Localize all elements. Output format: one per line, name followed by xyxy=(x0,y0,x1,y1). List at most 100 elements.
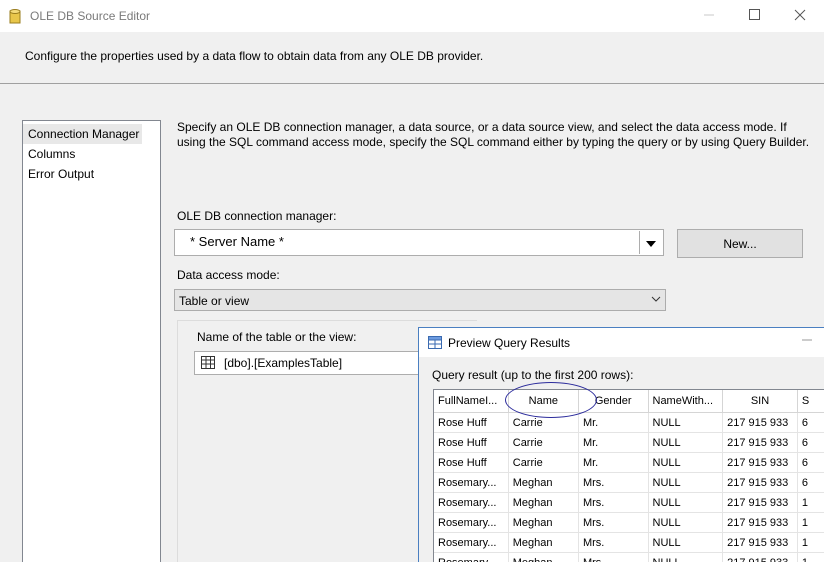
table-cell: 217 915 933 xyxy=(722,512,798,533)
table-cell: 217 915 933 xyxy=(722,432,798,453)
table-cell: Rosemary... xyxy=(434,512,509,533)
table-cell: 1 xyxy=(797,552,824,562)
maximize-icon xyxy=(748,9,760,23)
nav-item-columns[interactable]: Columns xyxy=(23,144,160,164)
table-cell: NULL xyxy=(648,492,724,513)
table-cell: Meghan xyxy=(508,492,579,513)
window-description: Configure the properties used by a data … xyxy=(25,49,484,63)
table-cell: Mr. xyxy=(578,412,649,433)
new-connection-button[interactable]: New... xyxy=(677,229,803,258)
table-cell: 217 915 933 xyxy=(722,412,798,433)
preview-minimize-button[interactable] xyxy=(802,334,812,348)
preview-title: Preview Query Results xyxy=(448,336,571,350)
header-divider xyxy=(0,83,824,84)
table-name-combo[interactable]: [dbo].[ExamplesTable] xyxy=(194,351,434,375)
table-cell: NULL xyxy=(648,532,724,553)
access-mode-value: Table or view xyxy=(179,294,250,308)
table-cell: 217 915 933 xyxy=(722,552,798,562)
table-cell: Meghan xyxy=(508,532,579,553)
column-header-sin[interactable]: SIN xyxy=(722,390,798,413)
table-cell: 217 915 933 xyxy=(722,492,798,513)
close-button[interactable] xyxy=(777,0,823,32)
table-cell: 1 xyxy=(797,512,824,533)
table-cell: Mrs. xyxy=(578,512,649,533)
maximize-button[interactable] xyxy=(731,0,777,32)
access-mode-select[interactable]: Table or view xyxy=(174,289,666,311)
table-row[interactable]: Rosemary... Meghan Mrs. NULL 217 915 933… xyxy=(434,552,824,562)
table-cell: 1 xyxy=(797,532,824,553)
table-row[interactable]: Rosemary... Meghan Mrs. NULL 217 915 933… xyxy=(434,512,824,533)
table-cell: Mr. xyxy=(578,452,649,473)
grid-icon xyxy=(428,336,442,352)
table-cell: Meghan xyxy=(508,512,579,533)
nav-item-error-output[interactable]: Error Output xyxy=(23,164,160,184)
query-result-label: Query result (up to the first 200 rows): xyxy=(432,368,634,382)
table-cell: 217 915 933 xyxy=(722,452,798,473)
column-header-fullname[interactable]: FullNameI... xyxy=(434,390,509,413)
table-cell: 6 xyxy=(797,412,824,433)
table-cell: NULL xyxy=(648,512,724,533)
access-mode-label: Data access mode: xyxy=(177,268,280,282)
table-cell: Rose Huff xyxy=(434,432,509,453)
connection-manager-combo[interactable]: * Server Name * xyxy=(174,229,664,256)
table-row[interactable]: Rosemary... Meghan Mrs. NULL 217 915 933… xyxy=(434,532,824,553)
table-cell: Mrs. xyxy=(578,492,649,513)
table-cell: Carrie xyxy=(508,412,579,433)
table-cell: Mrs. xyxy=(578,552,649,562)
chevron-down-icon xyxy=(651,293,661,308)
table-cell: Mrs. xyxy=(578,532,649,553)
dropdown-button[interactable] xyxy=(639,231,662,254)
table-cell: 6 xyxy=(797,452,824,473)
table-row[interactable]: Rose Huff Carrie Mr. NULL 217 915 933 6 xyxy=(434,432,824,453)
results-table: FullNameI... Name Gender NameWith... SIN… xyxy=(434,390,824,562)
column-header-gender[interactable]: Gender xyxy=(578,390,649,413)
minimize-button[interactable] xyxy=(686,0,732,32)
connection-manager-value: * Server Name * xyxy=(190,234,284,249)
table-cell: 6 xyxy=(797,432,824,453)
minimize-icon xyxy=(704,9,714,23)
table-row[interactable]: Rosemary... Meghan Mrs. NULL 217 915 933… xyxy=(434,492,824,513)
preview-title-bar: Preview Query Results xyxy=(419,328,824,357)
table-cell: Meghan xyxy=(508,552,579,562)
table-cell: NULL xyxy=(648,452,724,473)
table-cell: Mr. xyxy=(578,432,649,453)
table-cell: NULL xyxy=(648,552,724,562)
table-cell: Meghan xyxy=(508,472,579,493)
database-icon xyxy=(9,9,21,24)
table-cell: Rosemary... xyxy=(434,552,509,562)
table-icon xyxy=(201,356,215,372)
table-cell: 6 xyxy=(797,472,824,493)
table-row[interactable]: Rosemary... Meghan Mrs. NULL 217 915 933… xyxy=(434,472,824,493)
table-cell: Mrs. xyxy=(578,472,649,493)
preview-query-results-window: Preview Query Results Query result (up t… xyxy=(418,327,824,562)
table-cell: Rosemary... xyxy=(434,532,509,553)
table-cell: Rosemary... xyxy=(434,472,509,493)
table-cell: NULL xyxy=(648,412,724,433)
title-bar: OLE DB Source Editor xyxy=(0,0,824,32)
minimize-icon xyxy=(802,334,812,348)
table-cell: Rose Huff xyxy=(434,412,509,433)
table-name-label: Name of the table or the view: xyxy=(197,330,357,344)
table-cell: 217 915 933 xyxy=(722,532,798,553)
header-row: FullNameI... Name Gender NameWith... SIN… xyxy=(434,390,824,413)
table-row[interactable]: Rose Huff Carrie Mr. NULL 217 915 933 6 xyxy=(434,412,824,433)
connection-manager-label: OLE DB connection manager: xyxy=(177,209,337,223)
page-navigation: Connection Manager Columns Error Output xyxy=(22,120,161,562)
table-name-value: [dbo].[ExamplesTable] xyxy=(224,356,343,370)
results-grid[interactable]: FullNameI... Name Gender NameWith... SIN… xyxy=(433,389,824,562)
nav-item-connection-manager[interactable]: Connection Manager xyxy=(23,124,142,144)
table-cell: 217 915 933 xyxy=(722,472,798,493)
window-title: OLE DB Source Editor xyxy=(30,9,151,23)
triangle-down-icon xyxy=(646,236,656,250)
table-cell: NULL xyxy=(648,432,724,453)
table-cell: NULL xyxy=(648,472,724,493)
column-header-namewith[interactable]: NameWith... xyxy=(648,390,724,413)
close-icon xyxy=(794,9,806,24)
table-cell: 1 xyxy=(797,492,824,513)
table-cell: Carrie xyxy=(508,452,579,473)
column-header-s[interactable]: S xyxy=(797,390,824,413)
column-header-name[interactable]: Name xyxy=(508,390,579,413)
table-cell: Rosemary... xyxy=(434,492,509,513)
table-row[interactable]: Rose Huff Carrie Mr. NULL 217 915 933 6 xyxy=(434,452,824,473)
table-cell: Rose Huff xyxy=(434,452,509,473)
